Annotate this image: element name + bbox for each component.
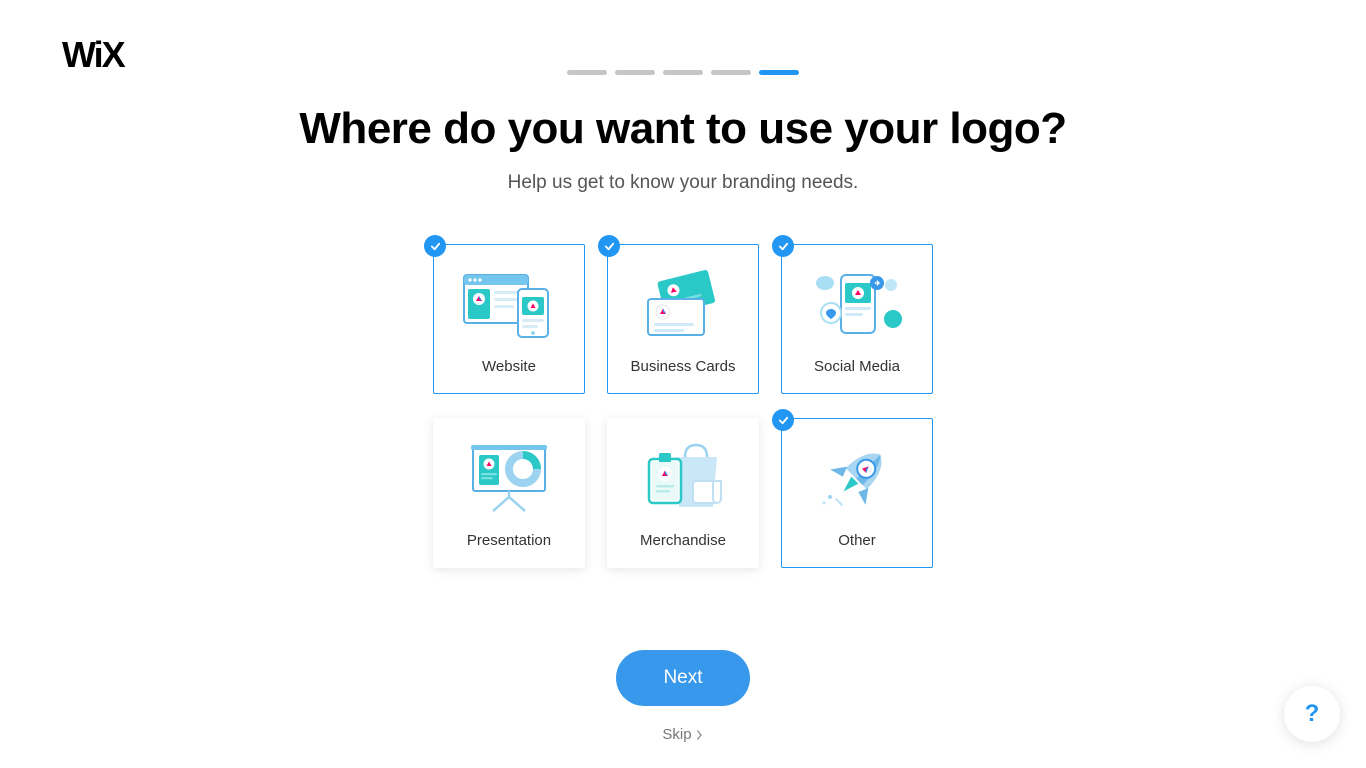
website-icon xyxy=(434,245,584,352)
page-title: Where do you want to use your logo? xyxy=(0,104,1366,154)
checkmark-icon xyxy=(598,235,620,257)
next-button[interactable]: Next xyxy=(616,650,750,706)
option-label: Website xyxy=(482,358,536,375)
progress-step-3 xyxy=(663,70,703,75)
option-label: Other xyxy=(838,532,876,549)
chevron-right-icon xyxy=(696,730,704,740)
social-media-icon xyxy=(782,245,932,352)
progress-step-5 xyxy=(759,70,799,75)
progress-step-4 xyxy=(711,70,751,75)
merchandise-icon xyxy=(608,419,758,526)
option-card-social-media[interactable]: Social Media xyxy=(781,244,933,394)
option-label: Merchandise xyxy=(640,532,726,549)
option-grid: Website Business Cards xyxy=(433,244,933,568)
presentation-icon xyxy=(434,419,584,526)
wix-logo: WiX xyxy=(62,34,124,76)
option-label: Social Media xyxy=(814,358,900,375)
page-subtitle: Help us get to know your branding needs. xyxy=(0,172,1366,194)
option-card-other[interactable]: Other xyxy=(781,418,933,568)
checkmark-icon xyxy=(424,235,446,257)
progress-indicator xyxy=(567,70,799,75)
option-label: Presentation xyxy=(467,532,551,549)
checkmark-icon xyxy=(772,409,794,431)
checkmark-icon xyxy=(772,235,794,257)
skip-label: Skip xyxy=(662,726,691,743)
business-cards-icon xyxy=(608,245,758,352)
option-card-presentation[interactable]: Presentation xyxy=(433,418,585,568)
rocket-icon xyxy=(782,419,932,526)
option-label: Business Cards xyxy=(630,358,735,375)
progress-step-1 xyxy=(567,70,607,75)
option-card-merchandise[interactable]: Merchandise xyxy=(607,418,759,568)
skip-link[interactable]: Skip xyxy=(662,726,703,743)
option-card-business-cards[interactable]: Business Cards xyxy=(607,244,759,394)
help-button[interactable]: ? xyxy=(1284,686,1340,742)
option-card-website[interactable]: Website xyxy=(433,244,585,394)
progress-step-2 xyxy=(615,70,655,75)
